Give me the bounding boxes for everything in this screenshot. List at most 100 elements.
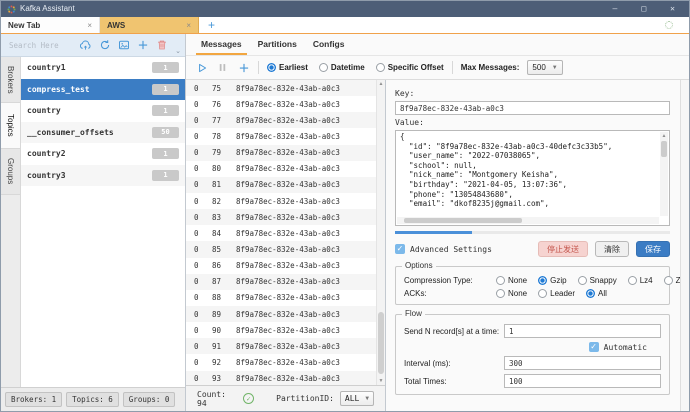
message-row[interactable]: 0868f9a78ec-832e-43ab-a0c3	[186, 258, 376, 274]
message-row[interactable]: 0908f9a78ec-832e-43ab-a0c3	[186, 322, 376, 338]
scrollbar-thumb[interactable]	[378, 312, 384, 374]
pause-icon[interactable]	[216, 61, 229, 74]
message-row[interactable]: 0918f9a78ec-832e-43ab-a0c3	[186, 338, 376, 354]
topic-count-badge: 1	[152, 84, 179, 95]
message-row[interactable]: 0848f9a78ec-832e-43ab-a0c3	[186, 225, 376, 241]
minimize-button[interactable]: —	[613, 1, 618, 17]
delete-icon[interactable]	[155, 39, 168, 52]
message-row[interactable]: 0928f9a78ec-832e-43ab-a0c3	[186, 354, 376, 370]
tab-close-icon[interactable]: ×	[186, 21, 191, 30]
scroll-up-icon[interactable]: ▲	[660, 133, 668, 139]
message-value: 8f9a78ec-832e-43ab-a0c3	[236, 310, 376, 319]
radio-acks-all[interactable]: All	[586, 289, 607, 298]
play-icon[interactable]	[195, 61, 208, 74]
message-row[interactable]: 0878f9a78ec-832e-43ab-a0c3	[186, 274, 376, 290]
message-value: 8f9a78ec-832e-43ab-a0c3	[236, 261, 376, 270]
radio-icon	[496, 276, 505, 285]
topic-name: country1	[27, 63, 66, 72]
radio-acks-none[interactable]: None	[496, 289, 527, 298]
message-row[interactable]: 0888f9a78ec-832e-43ab-a0c3	[186, 290, 376, 306]
message-row[interactable]: 0788f9a78ec-832e-43ab-a0c3	[186, 128, 376, 144]
tab-partitions[interactable]: Partitions	[253, 35, 302, 55]
new-connection-tab-button[interactable]: +	[199, 17, 224, 33]
total-times-input[interactable]	[504, 374, 661, 388]
search-input[interactable]	[7, 40, 73, 51]
message-row[interactable]: 0778f9a78ec-832e-43ab-a0c3	[186, 112, 376, 128]
maximize-button[interactable]: □	[641, 1, 646, 17]
topic-row[interactable]: country11	[21, 57, 185, 79]
close-button[interactable]: ✕	[670, 1, 675, 17]
stop-sending-button[interactable]: 停止发送	[538, 241, 588, 257]
message-row[interactable]: 0828f9a78ec-832e-43ab-a0c3	[186, 193, 376, 209]
key-input[interactable]	[395, 101, 670, 115]
scroll-up-icon[interactable]: ▲	[377, 81, 385, 87]
message-row[interactable]: 0758f9a78ec-832e-43ab-a0c3	[186, 80, 376, 96]
message-row[interactable]: 0858f9a78ec-832e-43ab-a0c3	[186, 241, 376, 257]
radio-offset-datetime[interactable]: Datetime	[319, 63, 365, 72]
message-offset: 92	[212, 358, 236, 367]
value-label: Value:	[395, 118, 670, 127]
message-list-scrollbar[interactable]: ▲ ▼	[376, 80, 385, 385]
topic-row[interactable]: country21	[21, 143, 185, 165]
message-row[interactable]: 0838f9a78ec-832e-43ab-a0c3	[186, 209, 376, 225]
message-value: 8f9a78ec-832e-43ab-a0c3	[236, 342, 376, 351]
value-vertical-scrollbar[interactable]: ▲	[660, 132, 668, 216]
clear-button[interactable]: 清除	[595, 241, 629, 257]
save-button[interactable]: 保存	[636, 241, 670, 257]
scroll-down-icon[interactable]: ▼	[377, 378, 385, 384]
add-message-icon[interactable]	[237, 61, 250, 74]
radio-icon	[267, 63, 276, 72]
value-editor[interactable]: { "id": "8f9a78ec-832e-43ab-a0c3-40defc3…	[395, 130, 670, 226]
tab-configs[interactable]: Configs	[308, 35, 350, 55]
send-n-input[interactable]	[504, 324, 661, 338]
cloud-sync-icon[interactable]	[79, 39, 92, 52]
interval-input[interactable]	[504, 356, 661, 370]
partition-id-select[interactable]: ALL ▼	[340, 391, 374, 406]
tab-messages[interactable]: Messages	[196, 35, 247, 55]
radio-compression-gzip[interactable]: Gzip	[538, 276, 566, 285]
radio-icon	[538, 276, 547, 285]
sidebar-tab-brokers[interactable]: Brokers	[1, 57, 20, 103]
scrollbar-thumb[interactable]	[404, 218, 522, 223]
topic-row[interactable]: __consumer_offsets50	[21, 122, 185, 144]
message-row[interactable]: 0898f9a78ec-832e-43ab-a0c3	[186, 306, 376, 322]
topic-row[interactable]: compress_test 1	[21, 79, 185, 101]
flow-group: Flow Send N record[s] at a time: ✓ Autom…	[395, 314, 670, 395]
side-vertical-tabs: BrokersTopicsGroups	[1, 57, 21, 387]
connection-tab-aws[interactable]: AWS×	[100, 17, 199, 33]
radio-compression-lz4[interactable]: Lz4	[628, 276, 653, 285]
topic-row[interactable]: country1	[21, 100, 185, 122]
add-connection-icon[interactable]	[136, 39, 149, 52]
message-row[interactable]: 0818f9a78ec-832e-43ab-a0c3	[186, 177, 376, 193]
message-row[interactable]: 0798f9a78ec-832e-43ab-a0c3	[186, 145, 376, 161]
detail-panel-scrollbar[interactable]	[680, 80, 689, 411]
refresh-icon[interactable]	[98, 39, 111, 52]
radio-offset-earliest[interactable]: Earliest	[267, 63, 308, 72]
radio-compression-snappy[interactable]: Snappy	[578, 276, 617, 285]
message-row[interactable]: 0768f9a78ec-832e-43ab-a0c3	[186, 96, 376, 112]
scrollbar-thumb[interactable]	[661, 141, 667, 157]
sidebar-tab-groups[interactable]: Groups	[1, 149, 20, 195]
connection-tab-new-tab[interactable]: New Tab×	[1, 17, 100, 33]
value-json[interactable]: { "id": "8f9a78ec-832e-43ab-a0c3-40defc3…	[400, 132, 658, 216]
message-partition: 0	[194, 245, 212, 254]
toolbar-overflow-icon[interactable]: ⌄	[174, 48, 181, 56]
max-messages-select[interactable]: 500 ▼	[527, 60, 562, 75]
automatic-checkbox[interactable]: ✓	[589, 342, 599, 352]
message-value: 8f9a78ec-832e-43ab-a0c3	[236, 132, 376, 141]
message-row[interactable]: 0938f9a78ec-832e-43ab-a0c3	[186, 371, 376, 385]
radio-acks-leader[interactable]: Leader	[538, 289, 575, 298]
topic-name: compress_test	[27, 85, 90, 94]
tab-close-icon[interactable]: ×	[87, 21, 92, 30]
snapshot-icon[interactable]	[117, 39, 130, 52]
message-partition: 0	[194, 180, 212, 189]
topic-row[interactable]: country31	[21, 165, 185, 187]
message-row[interactable]: 0808f9a78ec-832e-43ab-a0c3	[186, 161, 376, 177]
sidebar-tab-topics[interactable]: Topics	[1, 103, 20, 149]
value-horizontal-scrollbar[interactable]	[397, 217, 659, 224]
radio-offset-specific-offset[interactable]: Specific Offset	[376, 63, 444, 72]
messages-toolbar: EarliestDatetimeSpecific Offset Max Mess…	[186, 56, 689, 80]
radio-compression-none[interactable]: None	[496, 276, 527, 285]
advanced-settings-checkbox[interactable]: ✓	[395, 244, 405, 254]
main-body: ⌄ BrokersTopicsGroups country11compress_…	[1, 34, 689, 411]
